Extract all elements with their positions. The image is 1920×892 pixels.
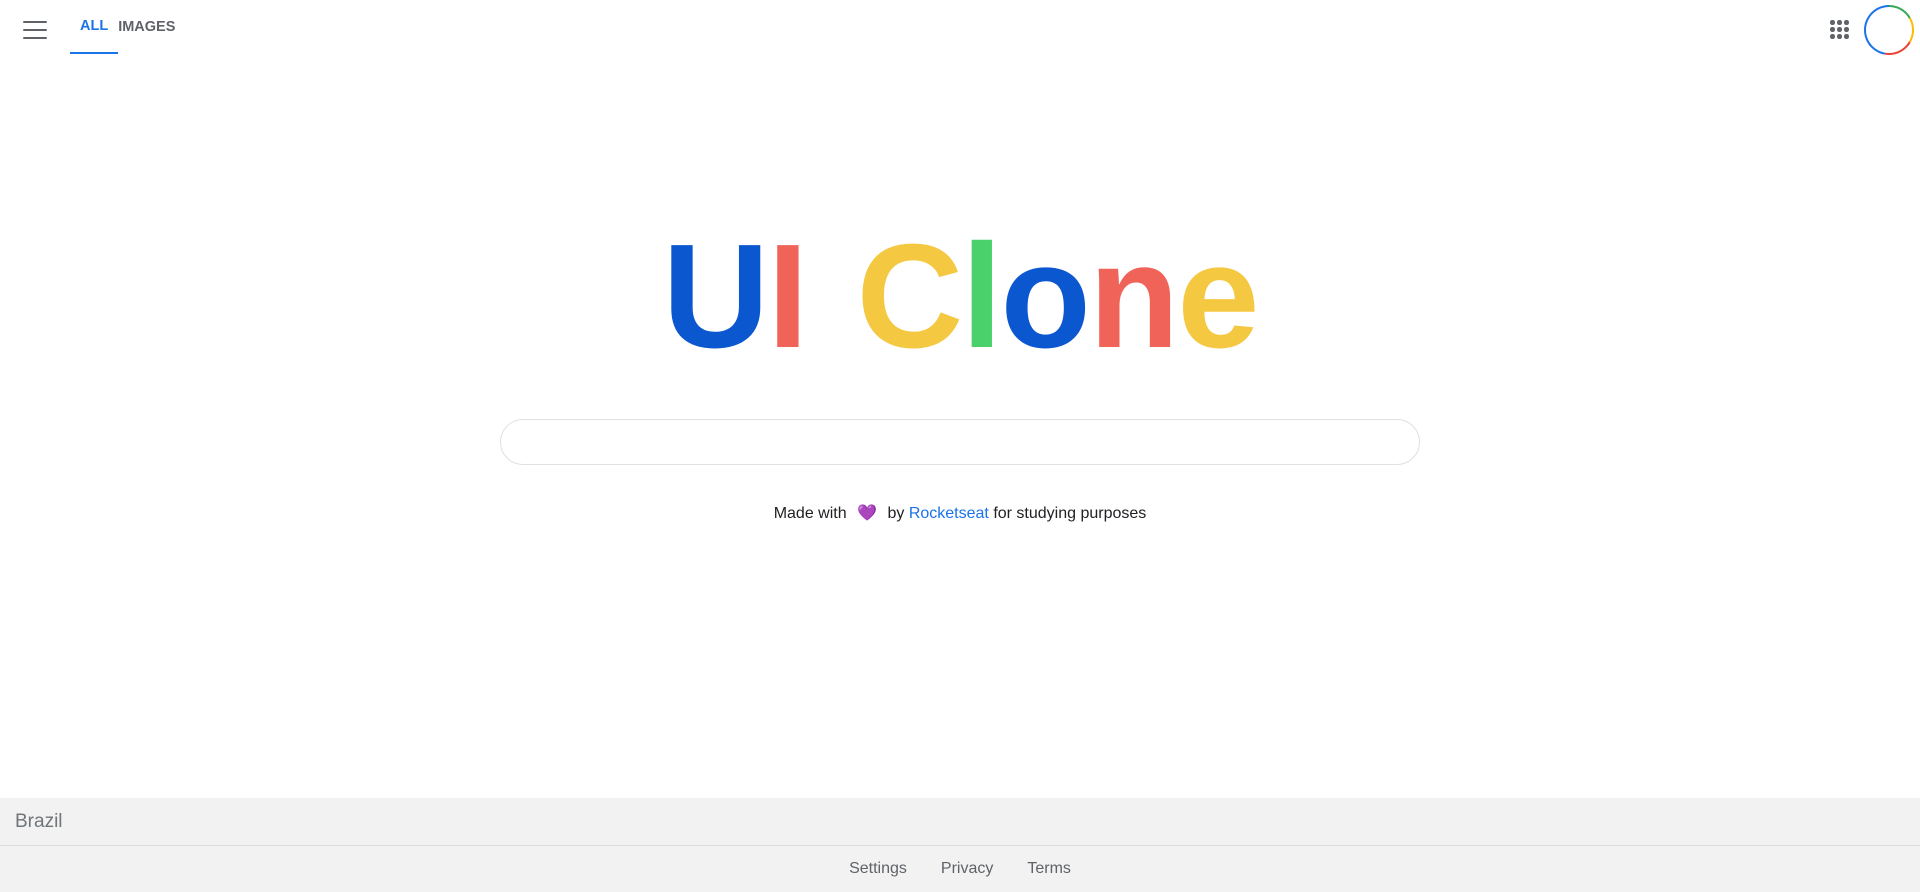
- header: ALL IMAGES: [0, 0, 1920, 58]
- footer: Brazil Settings Privacy Terms: [0, 798, 1920, 892]
- logo-letter: o: [1000, 214, 1090, 379]
- tab-images[interactable]: IMAGES: [118, 0, 185, 54]
- search-box: [500, 419, 1420, 465]
- footer-link-settings[interactable]: Settings: [849, 860, 907, 878]
- avatar[interactable]: [1864, 5, 1914, 55]
- logo: UI Clone: [0, 223, 1920, 371]
- logo-letter: e: [1177, 214, 1259, 379]
- credit-suffix: for studying purposes: [993, 505, 1147, 522]
- tab-all[interactable]: ALL: [70, 0, 119, 54]
- credit-line: Made with 💜 by Rocketseat for studying p…: [0, 503, 1920, 523]
- search-input[interactable]: [501, 420, 1419, 464]
- credit-prefix: Made with: [773, 505, 847, 522]
- footer-links: Settings Privacy Terms: [0, 846, 1920, 892]
- logo-letter: I: [767, 214, 808, 379]
- credit-by: by: [887, 505, 905, 522]
- hamburger-menu-icon[interactable]: [20, 18, 50, 42]
- logo-letter: U: [662, 214, 769, 379]
- page: ALL IMAGES UI Clone Made with 💜 by Rocket…: [0, 0, 1920, 892]
- logo-letter: n: [1088, 214, 1179, 379]
- logo-letter: l: [961, 214, 1002, 379]
- footer-country: Brazil: [0, 798, 1920, 846]
- footer-link-privacy[interactable]: Privacy: [941, 860, 993, 878]
- heart-icon: 💜: [857, 505, 877, 522]
- apps-grid-icon[interactable]: [1830, 20, 1850, 40]
- footer-link-terms[interactable]: Terms: [1027, 860, 1071, 878]
- nav-tabs: ALL IMAGES: [70, 0, 185, 56]
- logo-letter: C: [856, 214, 963, 379]
- rocketseat-link[interactable]: Rocketseat: [909, 505, 989, 522]
